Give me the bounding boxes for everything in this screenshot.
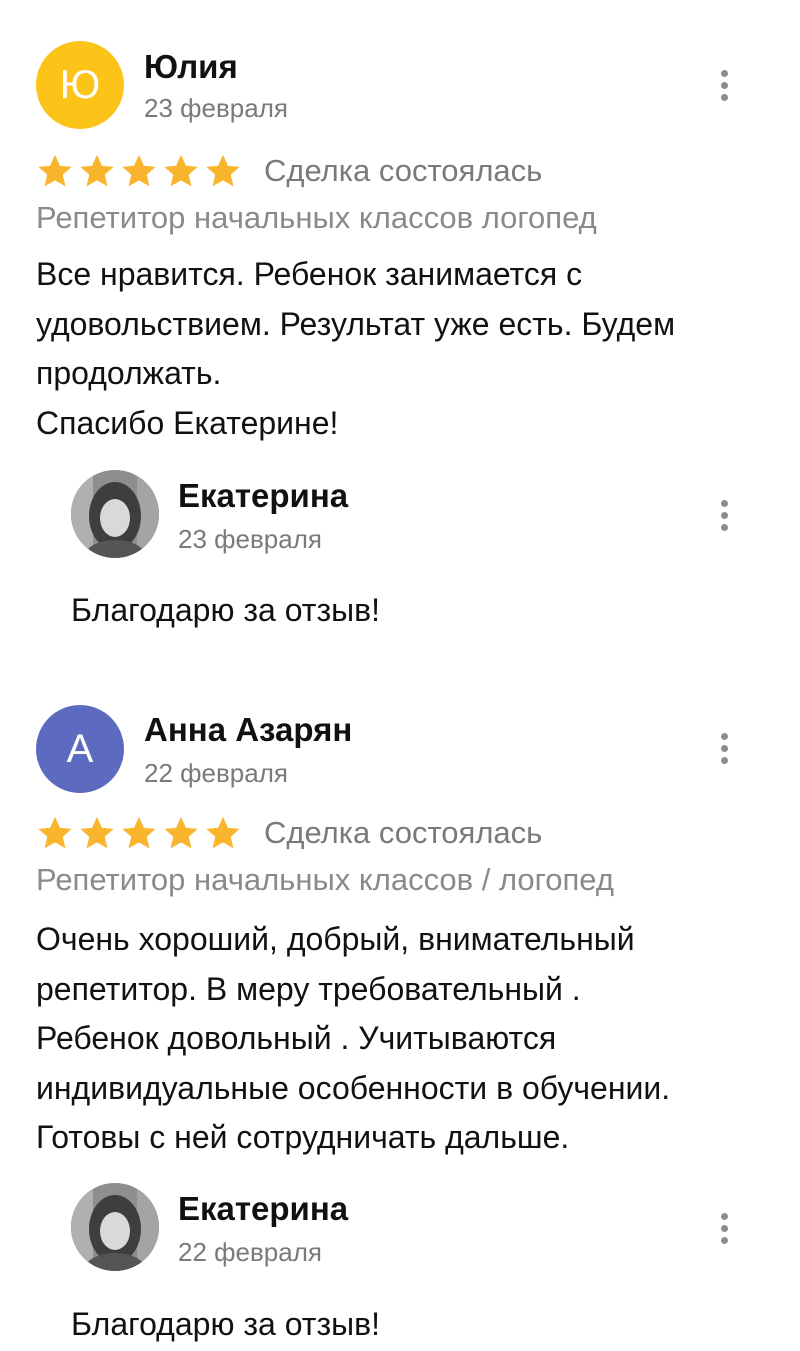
review-date: 22 февраля	[144, 758, 288, 788]
more-options-button[interactable]	[709, 65, 739, 105]
star-icon	[206, 154, 240, 187]
review-text-line: Все нравится. Ребенок занимается с	[36, 256, 583, 292]
review-date: 23 февраля	[144, 93, 288, 123]
author-name[interactable]: Анна Азарян	[144, 711, 352, 749]
review-text-line: индивидуальные особенности в обучении.	[36, 1069, 671, 1106]
more-vertical-icon	[720, 499, 728, 507]
review-text-line: репетитор. В меру требовательный .	[36, 970, 581, 1007]
star-rating	[36, 814, 242, 852]
profile-photo	[71, 1183, 159, 1271]
reply-date: 23 февраля	[178, 524, 322, 554]
review-text-line: Ребенок довольный . Учитываются	[36, 1020, 557, 1056]
author-name[interactable]: Юлия	[144, 48, 238, 86]
reply-author-name[interactable]: Екатерина	[178, 477, 348, 515]
star-icon	[206, 816, 240, 849]
avatar[interactable]	[71, 1183, 159, 1271]
avatar[interactable]	[71, 470, 159, 558]
avatar[interactable]: Ю	[36, 41, 124, 129]
more-vertical-icon	[720, 732, 728, 740]
more-options-button[interactable]	[709, 1208, 739, 1248]
avatar-letter: А	[66, 726, 94, 771]
avatar-letter: Ю	[59, 62, 101, 107]
star-icon	[122, 154, 156, 187]
deal-status: Сделка состоялась	[264, 815, 543, 850]
reply-date: 22 февраля	[178, 1237, 322, 1267]
review-text: Очень хороший, добрый, внимательный репе…	[36, 915, 756, 1163]
more-vertical-icon	[720, 1212, 728, 1220]
service-category: Репетитор начальных классов / логопед	[36, 862, 614, 897]
review-text-line: продолжать.	[36, 355, 222, 391]
service-category: Репетитор начальных классов логопед	[36, 200, 597, 235]
deal-status: Сделка состоялась	[264, 153, 543, 188]
review-text-line: Очень хороший, добрый, внимательный	[36, 921, 635, 957]
star-icon	[122, 816, 156, 849]
review-text-line: удовольствием. Результат уже есть. Будем	[36, 305, 676, 342]
star-icon	[164, 154, 198, 187]
reply-text: Благодарю за отзыв!	[71, 1306, 380, 1342]
reply-text: Благодарю за отзыв!	[71, 592, 380, 628]
star-icon	[164, 816, 198, 849]
star-icon	[38, 816, 72, 849]
review-text: Все нравится. Ребенок занимается с удово…	[36, 250, 756, 448]
reply-author-name[interactable]: Екатерина	[178, 1190, 348, 1228]
rating-row: Сделка состоялась	[36, 152, 542, 190]
star-rating	[36, 152, 242, 190]
review-text-line: Спасибо Екатерине!	[36, 404, 339, 441]
more-options-button[interactable]	[709, 495, 739, 535]
star-icon	[80, 816, 114, 849]
more-vertical-icon	[720, 69, 728, 77]
profile-photo	[71, 470, 159, 558]
star-icon	[80, 154, 114, 187]
review-text-line: Готовы с ней сотрудничать дальше.	[36, 1119, 570, 1155]
reviews-page: Ю Юлия 23 февраля Сделка состоялась Репе…	[0, 0, 800, 1351]
star-icon	[38, 154, 72, 187]
avatar[interactable]: А	[36, 705, 124, 793]
rating-row: Сделка состоялась	[36, 814, 542, 852]
more-options-button[interactable]	[709, 728, 739, 768]
